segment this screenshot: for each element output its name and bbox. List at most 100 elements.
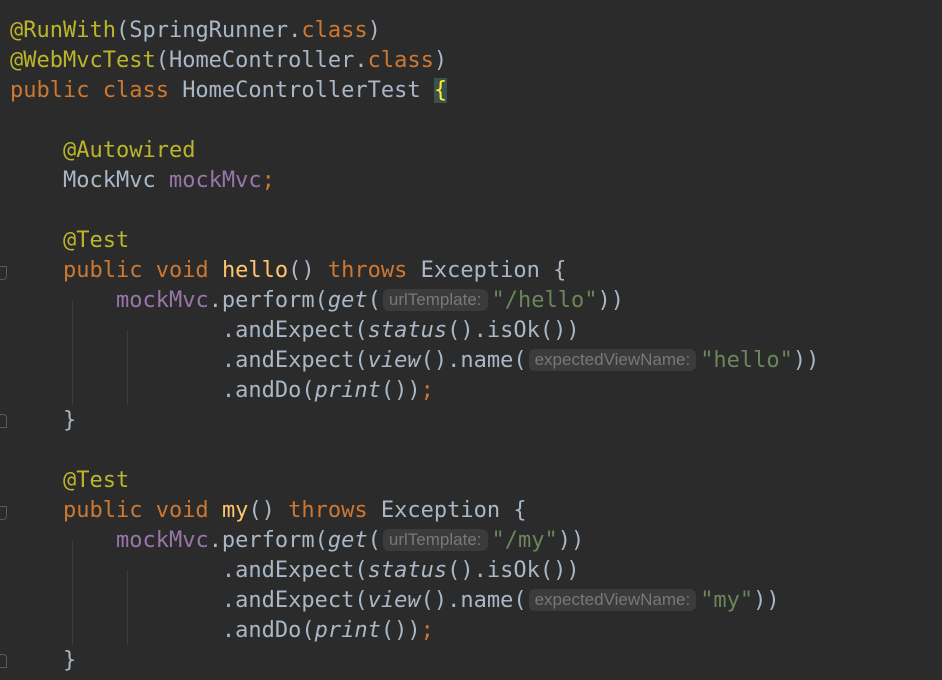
code-token: .andDo( [221, 618, 315, 643]
code-line-content: .andDo(print()); [10, 616, 434, 646]
code-token: .andExpect( [221, 588, 368, 613]
fold-open-icon[interactable] [0, 506, 7, 520]
code-line-content: mockMvc.perform(get(urlTemplate: "/hello"… [10, 286, 624, 316]
code-token: public void [62, 258, 222, 283]
parameter-hint: expectedViewName: [528, 589, 697, 611]
code-line-content: .andExpect(status().isOk()) [10, 556, 580, 586]
code-line-content: @RunWith(SpringRunner.class) [10, 16, 381, 46]
code-token: ) [367, 18, 381, 43]
code-token: .andExpect( [221, 558, 368, 583]
code-line-content: .andDo(print()); [10, 376, 434, 406]
code-token: public void [62, 498, 222, 523]
code-token: public class [10, 78, 183, 103]
code-line-content: } [10, 646, 76, 676]
code-token: print [314, 378, 381, 403]
code-token: ; [420, 378, 434, 403]
code-line-content: @WebMvcTest(HomeController.class) [10, 46, 447, 76]
code-line-content: public void my() throws Exception { [10, 496, 527, 526]
code-token: ().isOk()) [447, 318, 580, 343]
code-token: Exception { [380, 498, 527, 523]
code-token: () [288, 258, 328, 283]
code-line-content: MockMvc mockMvc; [10, 166, 275, 196]
code-token: throws [327, 258, 421, 283]
code-token: class [367, 48, 434, 73]
parameter-hint: expectedViewName: [528, 349, 697, 371]
code-line-content: public void hello() throws Exception { [10, 256, 566, 286]
code-token: ()) [380, 378, 421, 403]
code-token: ( [367, 528, 381, 553]
code-token: )) [597, 288, 624, 313]
code-token: ().isOk()) [447, 558, 580, 583]
code-line-content: .andExpect(view().name(expectedViewName:… [10, 346, 819, 376]
code-token: .andExpect( [221, 348, 368, 373]
fold-close-icon[interactable] [0, 414, 7, 428]
code-token: () [248, 498, 289, 523]
code-token: "/my" [491, 528, 558, 553]
code-token: get [327, 528, 368, 553]
code-token: MockMvc [62, 168, 169, 193]
fold-close-icon[interactable] [0, 654, 7, 668]
code-line-content: @Test [10, 226, 129, 256]
code-token: .andDo( [221, 378, 315, 403]
code-token: mockMvc [115, 288, 209, 313]
code-token: ().name( [420, 588, 527, 613]
code-token: status [367, 558, 448, 583]
code-token: (SpringRunner. [115, 18, 302, 43]
code-token: .perform( [208, 528, 328, 553]
parameter-hint: urlTemplate: [382, 289, 488, 311]
code-token: get [327, 288, 368, 313]
code-token: ().name( [420, 348, 527, 373]
code-token: )) [753, 588, 780, 613]
code-token: ) [433, 48, 448, 73]
code-editor[interactable]: @RunWith(SpringRunner.class) @WebMvcTest(… [0, 0, 942, 680]
code-token: .andExpect( [221, 318, 368, 343]
code-token: print [314, 618, 381, 643]
code-token: "/hello" [491, 288, 598, 313]
code-token: throws [288, 498, 381, 523]
code-token: @Autowired [62, 138, 196, 163]
code-token: Exception { [420, 258, 567, 283]
code-token: )) [792, 348, 820, 373]
code-token: "hello" [700, 348, 793, 373]
code-token: hello [221, 258, 289, 283]
code-token: ()) [380, 618, 421, 643]
code-token: "my" [700, 588, 754, 613]
code-token: ; [420, 618, 434, 643]
code-token: @Test [62, 468, 130, 493]
code-line-content: } [10, 406, 76, 436]
code-line-content: .andExpect(status().isOk()) [10, 316, 580, 346]
code-line-content: mockMvc.perform(get(urlTemplate: "/my")) [10, 526, 584, 556]
code-token: )) [557, 528, 585, 553]
code-token: ; [261, 168, 275, 193]
fold-open-icon[interactable] [0, 266, 7, 280]
code-token: HomeControllerTest [182, 78, 434, 103]
code-token: view [367, 588, 421, 613]
code-token: .perform( [208, 288, 328, 313]
code-token: ( [367, 288, 381, 313]
code-token: } [62, 408, 77, 433]
code-line-content: @Test [10, 466, 129, 496]
code-token: (HomeController. [155, 48, 368, 73]
parameter-hint: urlTemplate: [382, 529, 488, 551]
code-token: } [62, 648, 77, 673]
code-token: @RunWith [10, 18, 116, 43]
code-line-content: .andExpect(view().name(expectedViewName:… [10, 586, 780, 616]
code-token: @WebMvcTest [10, 48, 156, 73]
code-token: view [367, 348, 421, 373]
code-line-content: @Autowired [10, 136, 195, 166]
code-token: { [433, 78, 448, 103]
